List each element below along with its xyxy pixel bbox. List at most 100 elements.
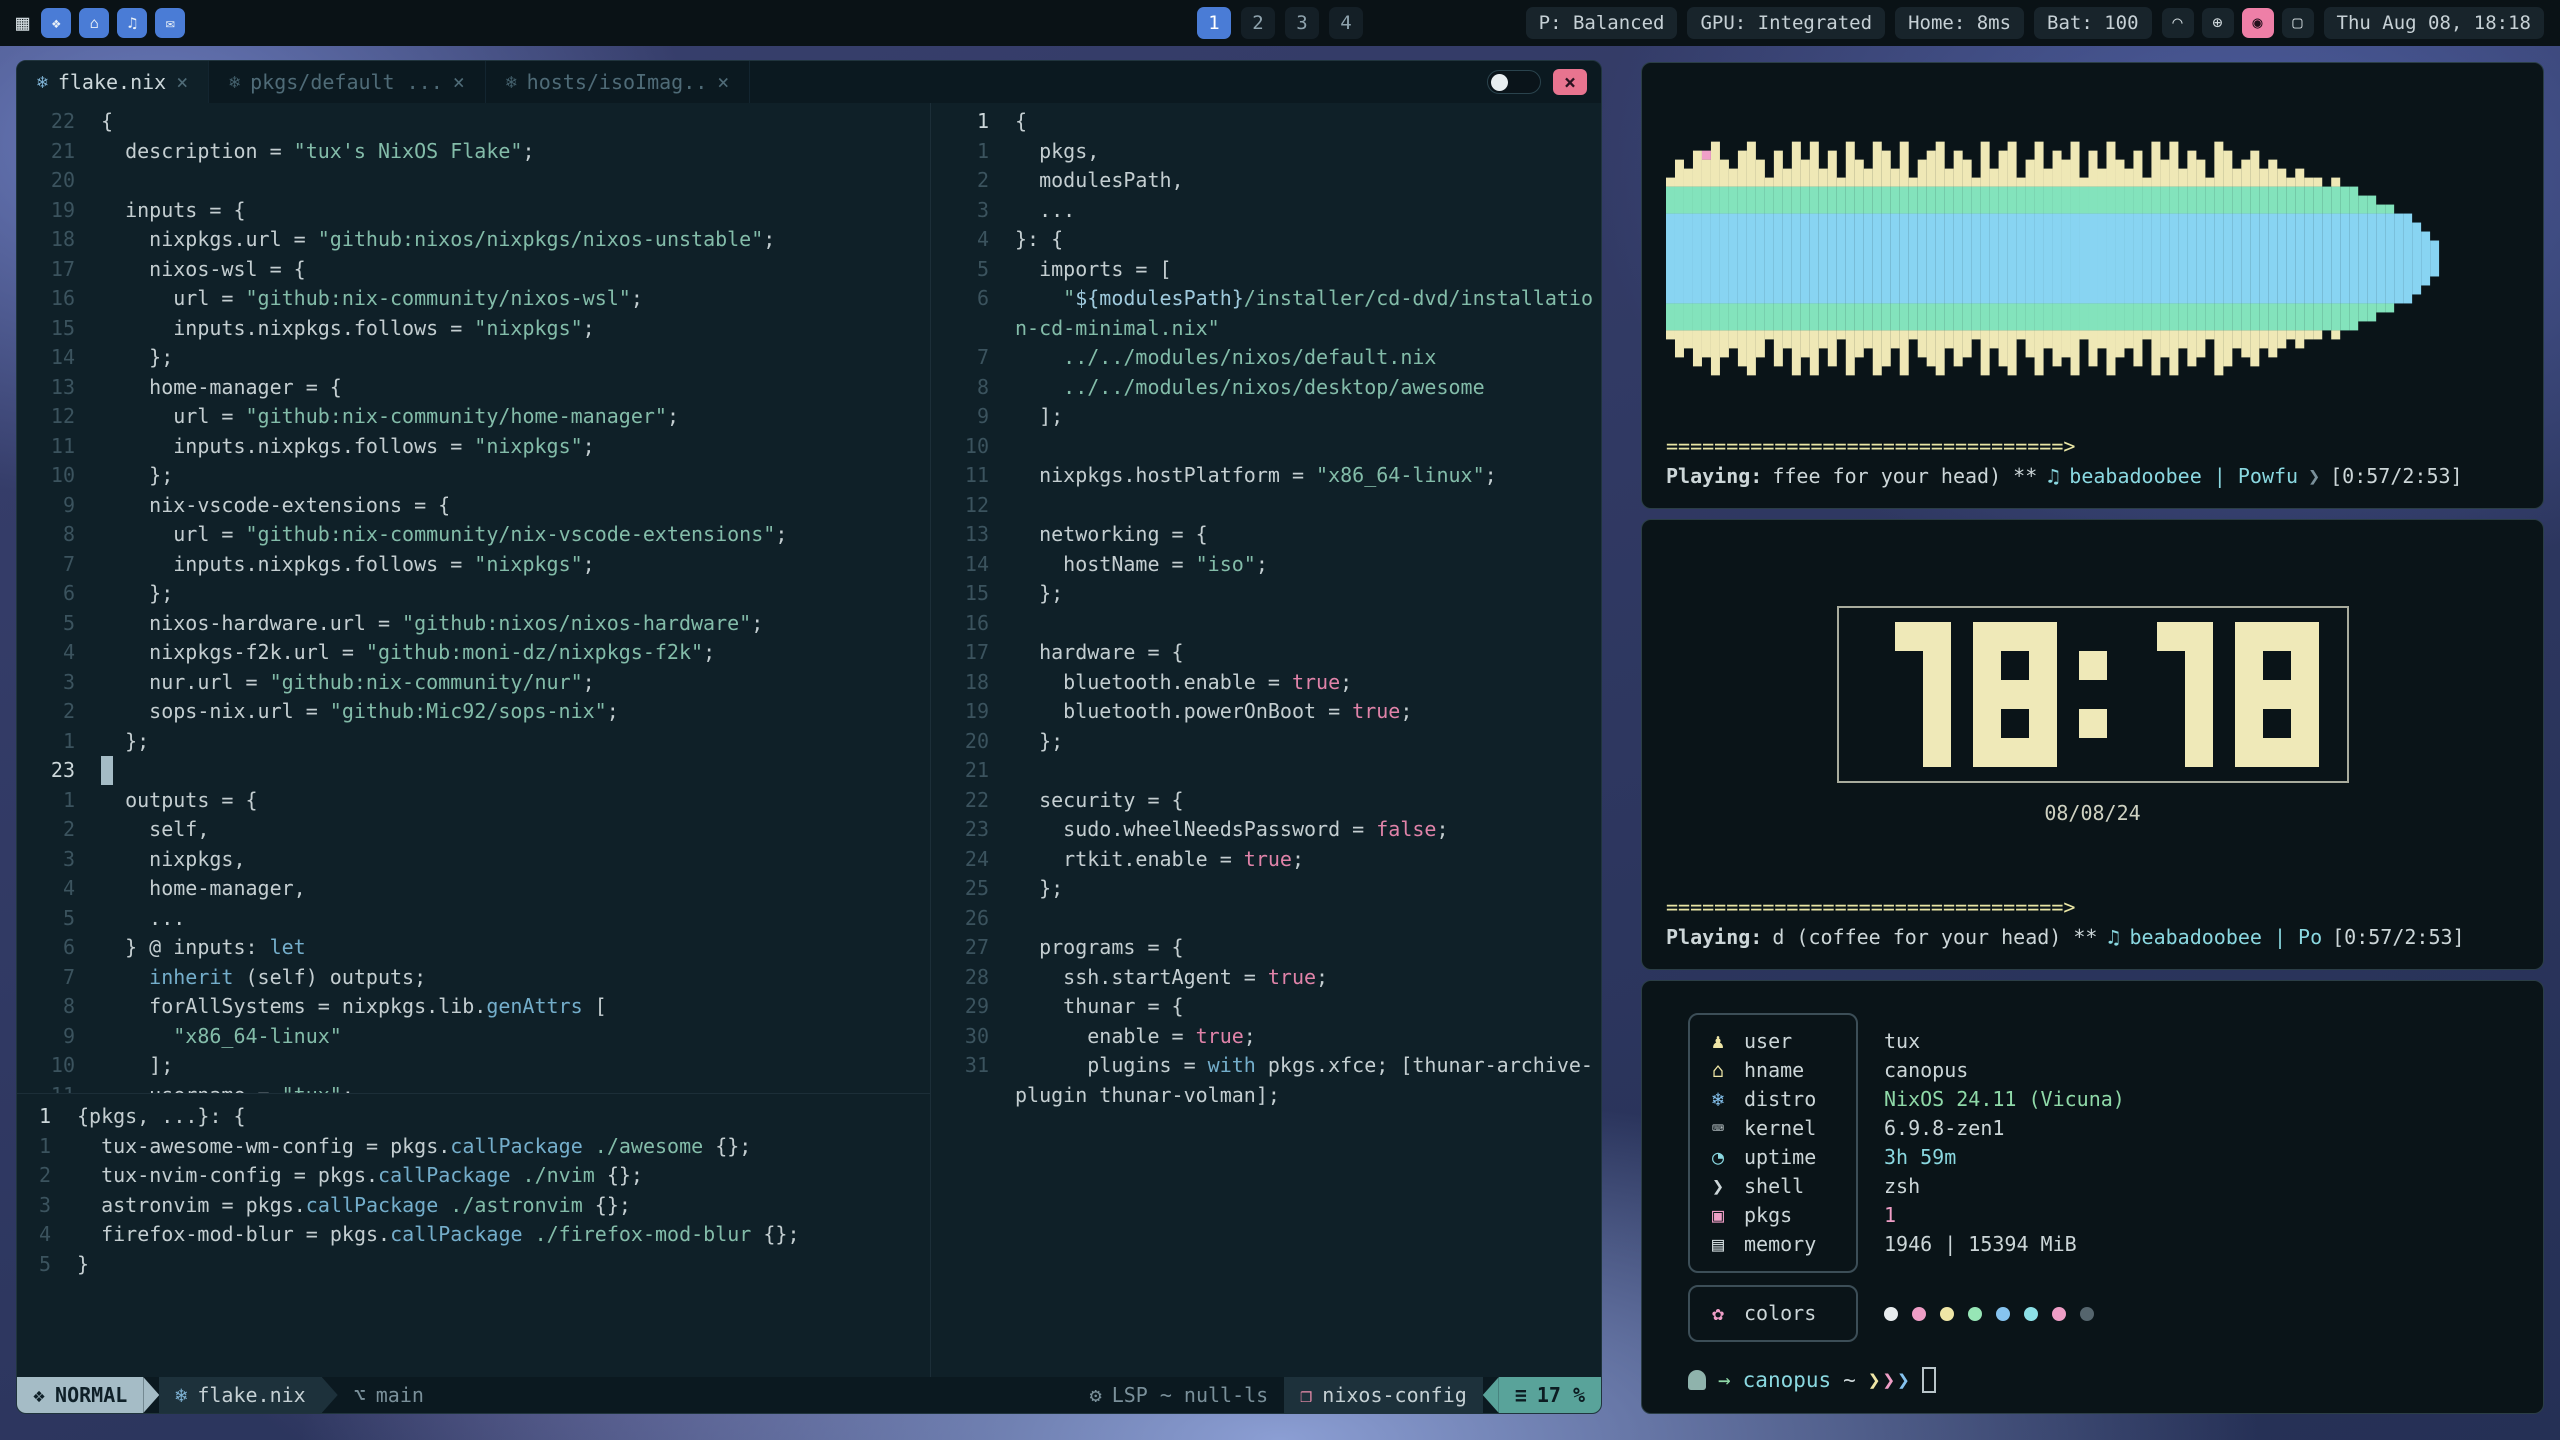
code-line[interactable]: 3 nur.url = "github:nix-community/nur"; [17,668,930,698]
code-line[interactable]: 5 ... [17,904,930,934]
workspace-tag-2[interactable]: ⌂ [79,8,109,38]
code-line[interactable]: 10 [931,432,1601,462]
globe-icon[interactable]: ⊕ [2202,8,2234,38]
code-line[interactable]: 2 sops-nix.url = "github:Mic92/sops-nix"… [17,697,930,727]
code-line[interactable]: 12 url = "github:nix-community/home-mana… [17,402,930,432]
network-icon[interactable]: ◠ [2162,8,2194,38]
code-line[interactable]: 2 modulesPath, [931,166,1601,196]
code-line[interactable]: 1 }; [17,727,930,757]
code-line[interactable]: 30 enable = true; [931,1022,1601,1052]
code-line[interactable]: 9 ]; [931,402,1601,432]
code-line[interactable]: 4 nixpkgs-f2k.url = "github:moni-dz/nixp… [17,638,930,668]
code-line[interactable]: 6 "${modulesPath}/installer/cd-dvd/insta… [931,284,1601,314]
code-line[interactable]: 28 ssh.startAgent = true; [931,963,1601,993]
code-line[interactable]: 9 "x86_64-linux" [17,1022,930,1052]
code-line[interactable]: 18 bluetooth.enable = true; [931,668,1601,698]
code-line[interactable]: 4}: { [931,225,1601,255]
code-line[interactable]: 10 ]; [17,1051,930,1081]
code-line[interactable]: 7 inputs.nixpkgs.follows = "nixpkgs"; [17,550,930,580]
screenshot-icon[interactable]: ◉ [2242,8,2274,38]
code-line[interactable]: 8 forAllSystems = nixpkgs.lib.genAttrs [ [17,992,930,1022]
code-line[interactable]: 3 astronvim = pkgs.callPackage ./astronv… [17,1191,930,1221]
code-line[interactable]: 1 outputs = { [17,786,930,816]
code-line[interactable]: 2 tux-nvim-config = pkgs.callPackage ./n… [17,1161,930,1191]
code-line[interactable]: 17 hardware = { [931,638,1601,668]
code-line[interactable]: 9 nix-vscode-extensions = { [17,491,930,521]
code-line[interactable]: 2 self, [17,815,930,845]
code-line[interactable]: 25 }; [931,874,1601,904]
code-line[interactable]: 16 url = "github:nix-community/nixos-wsl… [17,284,930,314]
workspace-button-1[interactable]: 1 [1197,7,1231,39]
code-line[interactable]: 17 nixos-wsl = { [17,255,930,285]
tab-close-icon[interactable]: × [717,70,729,94]
code-line[interactable]: 8 url = "github:nix-community/nix-vscode… [17,520,930,550]
window-close-button[interactable]: × [1553,69,1587,95]
code-line[interactable]: 20 [17,166,930,196]
code-line[interactable]: 22 security = { [931,786,1601,816]
tab-flake-nix[interactable]: ❄flake.nix× [17,61,209,103]
code-line[interactable]: 27 programs = { [931,933,1601,963]
code-line[interactable]: 14 }; [17,343,930,373]
code-line[interactable]: 1{pkgs, ...}: { [17,1102,930,1132]
code-line[interactable]: 1 tux-awesome-wm-config = pkgs.callPacka… [17,1132,930,1162]
workspace-button-3[interactable]: 3 [1285,7,1319,39]
code-line[interactable]: 18 nixpkgs.url = "github:nixos/nixpkgs/n… [17,225,930,255]
code-line[interactable]: 20 }; [931,727,1601,757]
code-line[interactable]: 21 description = "tux's NixOS Flake"; [17,137,930,167]
code-line[interactable]: 3 ... [931,196,1601,226]
code-line[interactable]: 8 ../../modules/nixos/desktop/awesome [931,373,1601,403]
code-line[interactable]: 15 inputs.nixpkgs.follows = "nixpkgs"; [17,314,930,344]
code-line[interactable]: 10 }; [17,461,930,491]
line-number: 5 [17,904,75,934]
code-line[interactable]: 1{ [931,107,1601,137]
workspace-tag-3[interactable]: ♫ [117,8,147,38]
code-line[interactable]: 1 pkgs, [931,137,1601,167]
workspace-button-4[interactable]: 4 [1329,7,1363,39]
pane-pkgs-default-nix[interactable]: 1{pkgs, ...}: {1 tux-awesome-wm-config =… [17,1093,930,1377]
code-line[interactable]: 6 } @ inputs: let [17,933,930,963]
shell-prompt[interactable]: → canopus ~ ❯❯❯ [1688,1367,2519,1393]
code-line[interactable]: 11 inputs.nixpkgs.follows = "nixpkgs"; [17,432,930,462]
code-line[interactable]: 14 hostName = "iso"; [931,550,1601,580]
code-line[interactable]: 22{ [17,107,930,137]
code-line[interactable]: 7 ../../modules/nixos/default.nix [931,343,1601,373]
workspace-tag-1[interactable]: ❖ [41,8,71,38]
code-line[interactable]: 19 inputs = { [17,196,930,226]
theme-toggle[interactable] [1487,70,1541,94]
code-line[interactable]: 5 imports = [ [931,255,1601,285]
code-line[interactable]: 13 home-manager = { [17,373,930,403]
code-line[interactable]: 26 [931,904,1601,934]
code-line[interactable]: 15 }; [931,579,1601,609]
tab-close-icon[interactable]: × [176,70,188,94]
code-line[interactable]: 13 networking = { [931,520,1601,550]
code-line[interactable]: 21 [931,756,1601,786]
code-line[interactable]: 12 [931,491,1601,521]
code-line[interactable]: 5 nixos-hardware.url = "github:nixos/nix… [17,609,930,639]
code-line[interactable]: n-cd-minimal.nix" [931,314,1601,344]
code-line[interactable]: 19 bluetooth.powerOnBoot = true; [931,697,1601,727]
workspace-tag-4[interactable]: ✉ [155,8,185,38]
tab-hosts-isoImag-[interactable]: ❄hosts/isoImag..× [486,61,751,103]
code-line[interactable]: 6 }; [17,579,930,609]
code-line[interactable]: 16 [931,609,1601,639]
code-line[interactable]: 4 home-manager, [17,874,930,904]
launcher-icon[interactable]: ▦ [16,11,29,36]
tab-pkgs-default-[interactable]: ❄pkgs/default ...× [209,61,486,103]
workspace-button-2[interactable]: 2 [1241,7,1275,39]
code-line[interactable]: 7 inherit (self) outputs; [17,963,930,993]
code-line[interactable]: 4 firefox-mod-blur = pkgs.callPackage ./… [17,1220,930,1250]
code-line[interactable]: 23 [17,756,930,786]
pane-iso-image-nix[interactable]: 1{1 pkgs,2 modulesPath,3 ...4}: {5 impor… [931,103,1601,1110]
tab-close-icon[interactable]: × [453,70,465,94]
code-line[interactable]: 29 thunar = { [931,992,1601,1022]
code-line[interactable]: 24 rtkit.enable = true; [931,845,1601,875]
code-line[interactable]: 11 nixpkgs.hostPlatform = "x86_64-linux"… [931,461,1601,491]
code-line[interactable]: 3 nixpkgs, [17,845,930,875]
code-line[interactable]: 31 plugins = with pkgs.xfce; [thunar-arc… [931,1051,1601,1081]
code-line[interactable]: plugin thunar-volman]; [931,1081,1601,1111]
code-line[interactable]: 11 username = "tux"; [17,1081,930,1094]
display-icon[interactable]: ▢ [2282,8,2314,38]
code-line[interactable]: 23 sudo.wheelNeedsPassword = false; [931,815,1601,845]
code-line[interactable]: 5} [17,1250,930,1280]
pane-flake-nix[interactable]: 22{21 description = "tux's NixOS Flake";… [17,103,930,1093]
